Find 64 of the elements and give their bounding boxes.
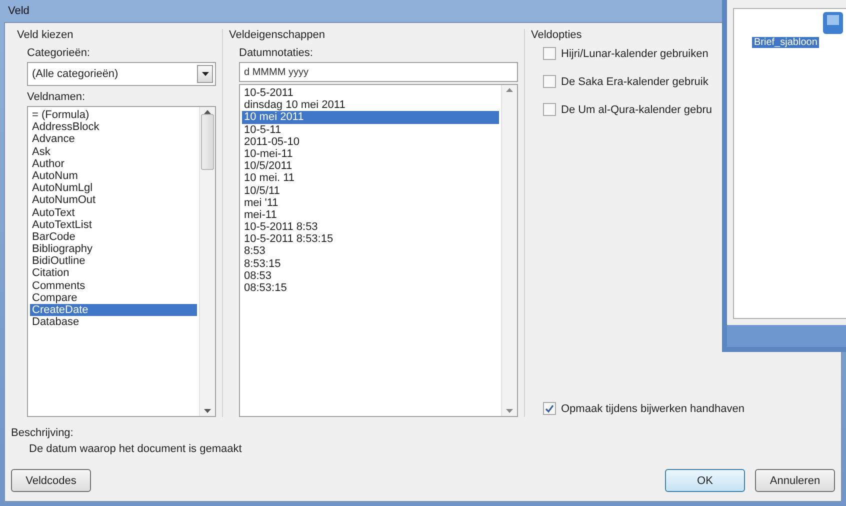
- list-item[interactable]: mei-11: [242, 208, 499, 222]
- list-item[interactable]: 10/5/2011: [242, 160, 499, 172]
- list-item[interactable]: AutoNum: [30, 170, 197, 182]
- description-label: Beschrijving:: [11, 427, 74, 439]
- list-item[interactable]: Ask: [30, 146, 197, 158]
- group-heading: Veldopties: [531, 29, 583, 41]
- file-label[interactable]: Brief_sjabloon: [752, 37, 820, 48]
- list-item[interactable]: 10-5-2011 8:53:15: [242, 233, 499, 246]
- list-item[interactable]: Author: [30, 158, 197, 170]
- list-item[interactable]: AutoTextList: [30, 218, 197, 231]
- list-item[interactable]: Compare: [30, 292, 197, 304]
- dropdown-arrow-icon: [202, 72, 208, 76]
- list-item[interactable]: 10-5-11: [242, 124, 499, 136]
- list-item[interactable]: 10 mei 2011: [242, 111, 499, 124]
- group-heading: Veld kiezen: [17, 29, 74, 41]
- list-item[interactable]: 10-5-2011: [242, 87, 499, 100]
- checkbox[interactable]: [543, 47, 556, 60]
- group-heading: Veldeigenschappen: [229, 29, 326, 41]
- list-item[interactable]: 10-5-2011 8:53: [242, 221, 499, 234]
- document-icon[interactable]: [822, 11, 844, 35]
- list-item[interactable]: Advance: [30, 133, 197, 146]
- checkbox[interactable]: [543, 75, 556, 88]
- field-label: Categorieën:: [27, 47, 91, 59]
- list-item[interactable]: AutoNumLgl: [30, 182, 197, 194]
- list-item[interactable]: 8:53:15: [242, 258, 499, 270]
- category-dropdown[interactable]: (Alle categorieën): [27, 62, 216, 86]
- field-label: Veldnamen:: [27, 91, 86, 103]
- list-item[interactable]: CreateDate: [30, 304, 197, 316]
- list-item[interactable]: AutoText: [30, 206, 197, 219]
- list-item[interactable]: BarCode: [30, 230, 197, 244]
- scroll-down-icon[interactable]: [506, 409, 513, 413]
- list-item[interactable]: 10-mei-11: [242, 148, 499, 160]
- option-label: De Um al-Qura-kalender gebru: [561, 104, 712, 116]
- scroll-down-icon[interactable]: [204, 409, 211, 413]
- list-item[interactable]: = (Formula): [30, 109, 197, 122]
- list-item[interactable]: Citation: [30, 267, 197, 280]
- list-item[interactable]: 08:53:15: [242, 282, 499, 294]
- option-label: Opmaak tijdens bijwerken handhaven: [561, 402, 744, 414]
- list-item[interactable]: 8:53: [242, 245, 499, 258]
- description-text: De datum waarop het document is gemaakt: [29, 443, 243, 455]
- checkbox[interactable]: [543, 402, 556, 415]
- scroll-up-icon[interactable]: [506, 88, 513, 92]
- field-label: Datumnotaties:: [239, 47, 314, 59]
- list-item[interactable]: AutoNumOut: [30, 194, 197, 206]
- date-format-field[interactable]: d MMMM yyyy: [239, 62, 518, 82]
- list-item[interactable]: 10 mei. 11: [242, 172, 499, 184]
- cancel-button[interactable]: Annuleren: [755, 469, 835, 492]
- list-item[interactable]: BidiOutline: [30, 255, 197, 268]
- list-item[interactable]: mei '11: [242, 196, 499, 209]
- list-item[interactable]: Database: [30, 316, 197, 328]
- list-item[interactable]: 08:53: [242, 270, 499, 282]
- option-label: De Saka Era-kalender gebruik: [561, 76, 708, 88]
- window-title: Veld: [8, 5, 30, 17]
- scrollbar-thumb[interactable]: [201, 114, 214, 170]
- list-item[interactable]: Bibliography: [30, 243, 197, 256]
- list-item[interactable]: 10/5/11: [242, 184, 499, 197]
- list-item[interactable]: dinsdag 10 mei 2011: [242, 99, 499, 112]
- ok-button[interactable]: OK: [665, 469, 745, 492]
- list-item[interactable]: AddressBlock: [30, 121, 197, 134]
- list-item[interactable]: Comments: [30, 280, 197, 292]
- field-codes-button[interactable]: Veldcodes: [11, 469, 91, 492]
- list-item[interactable]: 2011-05-10: [242, 136, 499, 148]
- checkbox[interactable]: [543, 103, 556, 116]
- option-label: Hijri/Lunar-kalender gebruiken: [561, 48, 708, 60]
